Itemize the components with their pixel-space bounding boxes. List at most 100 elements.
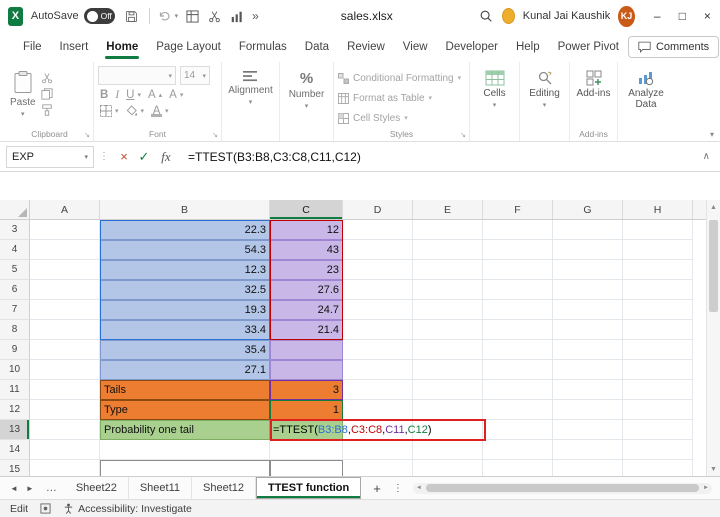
sheet-nav-right-icon[interactable]: ► — [22, 484, 38, 493]
chart-icon[interactable] — [230, 10, 243, 23]
cell-B13[interactable]: Probability one tail — [100, 420, 270, 440]
cell-B7[interactable]: 19.3 — [100, 300, 270, 320]
cell-D8[interactable] — [343, 320, 413, 340]
row-header-5[interactable]: 5 — [0, 260, 30, 280]
scroll-right-icon[interactable]: ► — [703, 485, 709, 491]
cell-A11[interactable] — [30, 380, 100, 400]
tab-home[interactable]: Home — [97, 32, 147, 62]
cell-F6[interactable] — [483, 280, 553, 300]
scroll-up-icon[interactable]: ▲ — [707, 200, 720, 214]
cell-F11[interactable] — [483, 380, 553, 400]
cell-D3[interactable] — [343, 220, 413, 240]
cell-A15[interactable] — [30, 460, 100, 476]
fill-color-button[interactable] — [126, 105, 138, 117]
vertical-scrollbar[interactable]: ▲ ▼ — [706, 200, 720, 476]
cell-B14[interactable] — [100, 440, 270, 460]
font-color-button[interactable]: A — [151, 106, 162, 117]
cell-A6[interactable] — [30, 280, 100, 300]
more-commands-icon[interactable]: » — [252, 9, 259, 23]
avatar[interactable]: KJ — [618, 6, 634, 27]
tab-file[interactable]: File — [14, 32, 51, 62]
cell-F10[interactable] — [483, 360, 553, 380]
tab-page-layout[interactable]: Page Layout — [147, 32, 230, 62]
tab-view[interactable]: View — [394, 32, 437, 62]
cell-H6[interactable] — [623, 280, 693, 300]
cell-A14[interactable] — [30, 440, 100, 460]
increase-font-button[interactable]: A — [148, 90, 156, 100]
alignment-button[interactable]: Alignment ▾ — [226, 66, 275, 106]
sheet-tab-ttest-function[interactable]: TTEST function — [256, 477, 361, 499]
tab-data[interactable]: Data — [296, 32, 338, 62]
clipboard-dialog-launcher-icon[interactable]: ↘ — [84, 131, 90, 139]
cell-F12[interactable] — [483, 400, 553, 420]
cell-F5[interactable] — [483, 260, 553, 280]
user-name[interactable]: Kunal Jai Kaushik — [523, 10, 610, 22]
cell-B9[interactable]: 35.4 — [100, 340, 270, 360]
cell-A13[interactable] — [30, 420, 100, 440]
horizontal-scrollbar[interactable]: ◄ ► — [413, 483, 712, 494]
tab-help[interactable]: Help — [507, 32, 549, 62]
autosave-toggle[interactable]: Off — [84, 8, 115, 24]
cell-E9[interactable] — [413, 340, 483, 360]
editing-button[interactable]: Editing ▾ — [524, 66, 565, 109]
cell-G12[interactable] — [553, 400, 623, 420]
cell-E8[interactable] — [413, 320, 483, 340]
cell-E11[interactable] — [413, 380, 483, 400]
name-box[interactable]: EXP ▾ — [6, 146, 94, 168]
enter-formula-icon[interactable]: ✓ — [134, 149, 154, 165]
cell-E5[interactable] — [413, 260, 483, 280]
cell-B6[interactable]: 32.5 — [100, 280, 270, 300]
vertical-scrollbar-thumb[interactable] — [709, 220, 718, 312]
underline-button[interactable]: U — [126, 89, 134, 101]
row-header-6[interactable]: 6 — [0, 280, 30, 300]
cut-button[interactable] — [41, 72, 53, 84]
font-dialog-launcher-icon[interactable]: ↘ — [212, 131, 218, 139]
cell-D10[interactable] — [343, 360, 413, 380]
sheet-list-ellipsis[interactable]: … — [46, 482, 57, 494]
cell-F4[interactable] — [483, 240, 553, 260]
cell-D4[interactable] — [343, 240, 413, 260]
row-header-14[interactable]: 14 — [0, 440, 30, 460]
cell-B10[interactable]: 27.1 — [100, 360, 270, 380]
styles-dialog-launcher-icon[interactable]: ↘ — [460, 131, 466, 139]
cell-D11[interactable] — [343, 380, 413, 400]
cell-H9[interactable] — [623, 340, 693, 360]
sheet-tab-sheet11[interactable]: Sheet11 — [129, 477, 192, 499]
cell-F14[interactable] — [483, 440, 553, 460]
cell-A5[interactable] — [30, 260, 100, 280]
cell-F3[interactable] — [483, 220, 553, 240]
cell-E10[interactable] — [413, 360, 483, 380]
insert-function-icon[interactable]: fx — [154, 149, 178, 165]
name-box-dropdown-icon[interactable]: ▾ — [84, 153, 88, 161]
row-header-15[interactable]: 15 — [0, 460, 30, 476]
cut-icon[interactable] — [208, 10, 221, 23]
format-as-table-button[interactable]: Format as Table ▾ — [338, 88, 465, 108]
cell-D9[interactable] — [343, 340, 413, 360]
cell-C15[interactable] — [270, 460, 343, 476]
cell-C4[interactable]: 43 — [270, 240, 343, 260]
cell-C6[interactable]: 27.6 — [270, 280, 343, 300]
cell-C12[interactable]: 1 — [270, 400, 343, 420]
cell-C9[interactable] — [270, 340, 343, 360]
undo-dropdown-icon[interactable]: ▾ — [175, 12, 179, 20]
cell-D6[interactable] — [343, 280, 413, 300]
select-all-corner[interactable] — [0, 200, 30, 219]
column-header-H[interactable]: H — [623, 200, 693, 219]
tab-power-pivot[interactable]: Power Pivot — [549, 32, 628, 62]
maximize-button[interactable]: □ — [670, 0, 695, 32]
row-header-3[interactable]: 3 — [0, 220, 30, 240]
cell-E15[interactable] — [413, 460, 483, 476]
format-painter-button[interactable] — [41, 104, 53, 116]
comments-button[interactable]: Comments — [628, 36, 719, 58]
cell-G9[interactable] — [553, 340, 623, 360]
font-size-combo[interactable]: 14▾ — [180, 66, 210, 85]
cell-G13[interactable] — [553, 420, 623, 440]
cell-G11[interactable] — [553, 380, 623, 400]
scroll-down-icon[interactable]: ▼ — [707, 462, 720, 476]
cell-H14[interactable] — [623, 440, 693, 460]
table-icon[interactable] — [186, 10, 199, 23]
cell-H4[interactable] — [623, 240, 693, 260]
cell-B11[interactable]: Tails — [100, 380, 270, 400]
cell-D12[interactable] — [343, 400, 413, 420]
number-button[interactable]: % Number ▾ — [284, 66, 329, 110]
